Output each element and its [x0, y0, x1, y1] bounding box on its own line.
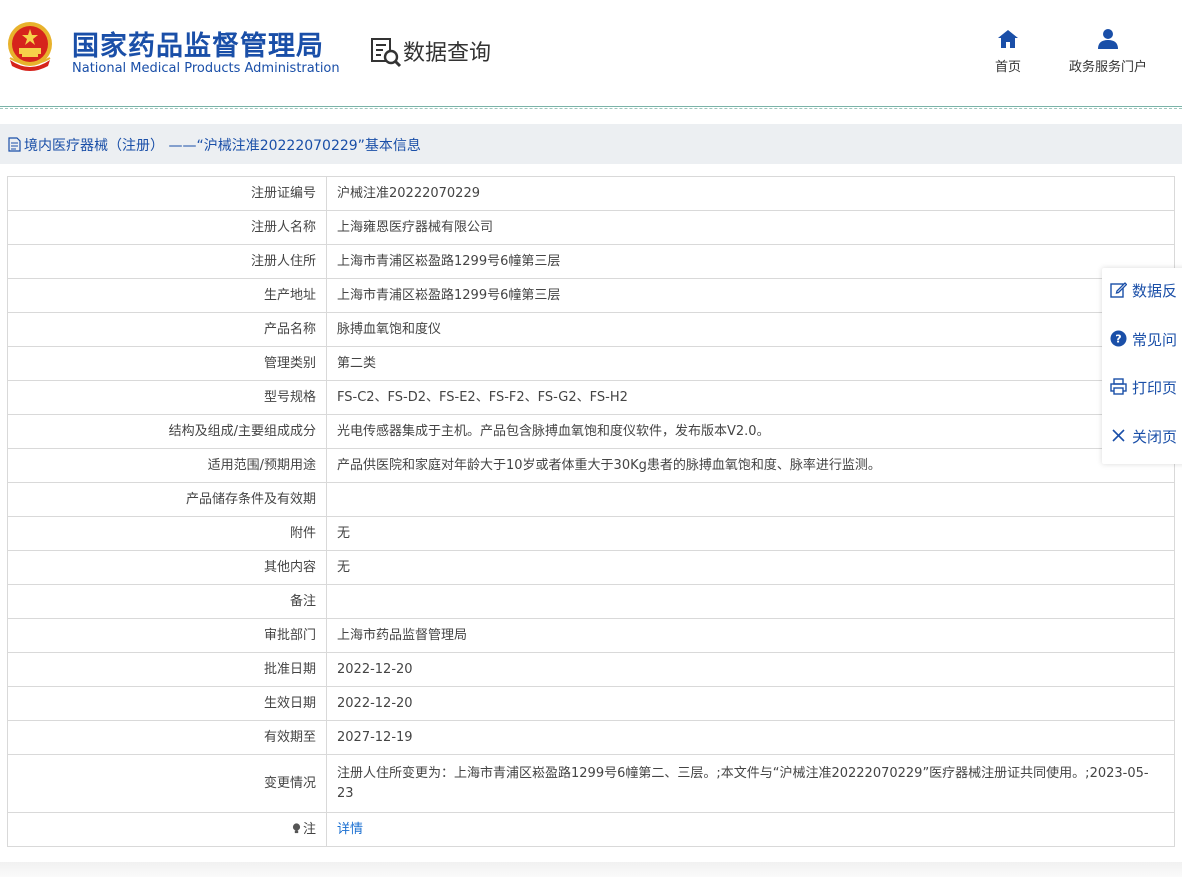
- row-label: 产品名称: [7, 312, 327, 347]
- detail-table: 注册证编号 沪械注准20222070229 注册人名称 上海雍恩医疗器械有限公司…: [7, 176, 1175, 847]
- row-value: 上海市青浦区崧盈路1299号6幢第三层: [326, 278, 1175, 313]
- row-label: 附件: [7, 516, 327, 551]
- table-row: 注册人住所 上海市青浦区崧盈路1299号6幢第三层: [7, 244, 1175, 279]
- table-row: 注册人名称 上海雍恩医疗器械有限公司: [7, 210, 1175, 245]
- row-label: 注册人名称: [7, 210, 327, 245]
- feedback-button[interactable]: 数据反: [1110, 280, 1177, 304]
- org-name-en: National Medical Products Administration: [72, 61, 340, 76]
- table-row: 产品储存条件及有效期: [7, 482, 1175, 517]
- row-value: 无: [326, 516, 1175, 551]
- table-row: 产品名称 脉搏血氧饱和度仪: [7, 312, 1175, 347]
- nav-portal-label: 政务服务门户: [1068, 60, 1147, 75]
- row-value: 2022-12-20: [326, 686, 1175, 721]
- table-row: 其他内容 无: [7, 550, 1175, 585]
- header-divider: [0, 106, 1182, 109]
- row-value: FS-C2、FS-D2、FS-E2、FS-F2、FS-G2、FS-H2: [326, 380, 1175, 415]
- row-value: 2027-12-19: [326, 720, 1175, 755]
- page-title: 境内医疗器械（注册） ——“沪械注准20222070229”基本信息: [24, 138, 421, 154]
- row-label: 审批部门: [7, 618, 327, 653]
- data-query-icon: [371, 38, 402, 68]
- org-name-cn: 国家药品监督管理局: [72, 31, 324, 62]
- question-circle-icon: ?: [1110, 330, 1127, 347]
- footer-shadow: [0, 862, 1182, 877]
- home-icon: [998, 30, 1018, 48]
- floating-toolbar: 数据反 ? 常见问 打印页 关闭页: [1102, 268, 1182, 464]
- row-label: 适用范围/预期用途: [7, 448, 327, 483]
- table-row: 注册证编号 沪械注准20222070229: [7, 176, 1175, 211]
- row-label: 注册证编号: [7, 176, 327, 211]
- svg-text:?: ?: [1115, 333, 1121, 346]
- nav-portal[interactable]: 政务服务门户: [1062, 28, 1154, 75]
- national-emblem-icon: [8, 22, 52, 71]
- table-row: 管理类别 第二类: [7, 346, 1175, 381]
- table-row: 批准日期 2022-12-20: [7, 652, 1175, 687]
- row-value: 脉搏血氧饱和度仪: [326, 312, 1175, 347]
- note-label-cell: 注: [7, 812, 327, 847]
- row-value: 上海雍恩医疗器械有限公司: [326, 210, 1175, 245]
- print-button[interactable]: 打印页: [1110, 377, 1177, 401]
- table-row: 有效期至 2027-12-19: [7, 720, 1175, 755]
- user-icon: [1098, 29, 1118, 49]
- nav-home-label: 首页: [994, 60, 1021, 75]
- edit-icon: [1110, 282, 1128, 298]
- row-value: 无: [326, 550, 1175, 585]
- row-value: 上海市青浦区崧盈路1299号6幢第三层: [326, 244, 1175, 279]
- row-value: 产品供医院和家庭对年龄大于10岁或者体重大于30Kg患者的脉搏血氧饱和度、脉率进…: [326, 448, 1175, 483]
- note-label: 注: [302, 821, 316, 837]
- table-row: 生效日期 2022-12-20: [7, 686, 1175, 721]
- table-row: 适用范围/预期用途 产品供医院和家庭对年龄大于10岁或者体重大于30Kg患者的脉…: [7, 448, 1175, 483]
- lightbulb-icon: [292, 822, 301, 833]
- faq-button[interactable]: ? 常见问: [1110, 329, 1177, 353]
- row-label: 批准日期: [7, 652, 327, 687]
- data-query-title: 数据查询: [403, 41, 492, 66]
- row-label: 产品储存条件及有效期: [7, 482, 327, 517]
- note-value-cell: 详情: [326, 812, 1175, 847]
- row-value: 注册人住所变更为：上海市青浦区崧盈路1299号6幢第二、三层。;本文件与“沪械注…: [326, 754, 1175, 813]
- row-label: 注册人住所: [7, 244, 327, 279]
- row-value: 沪械注准20222070229: [326, 176, 1175, 211]
- table-row: 变更情况 注册人住所变更为：上海市青浦区崧盈路1299号6幢第二、三层。;本文件…: [7, 754, 1175, 813]
- table-row: 附件 无: [7, 516, 1175, 551]
- row-value: 2022-12-20: [326, 652, 1175, 687]
- breadcrumb-bar: 境内医疗器械（注册） ——“沪械注准20222070229”基本信息: [0, 124, 1182, 164]
- row-label: 有效期至: [7, 720, 327, 755]
- close-icon: [1112, 429, 1125, 442]
- row-value: [326, 584, 1175, 619]
- table-row: 生产地址 上海市青浦区崧盈路1299号6幢第三层: [7, 278, 1175, 313]
- close-button[interactable]: 关闭页: [1110, 426, 1177, 450]
- close-label: 关闭页: [1132, 428, 1178, 446]
- row-value: 上海市药品监督管理局: [326, 618, 1175, 653]
- row-value: [326, 482, 1175, 517]
- site-header: 国家药品监督管理局 National Medical Products Admi…: [0, 0, 1182, 106]
- feedback-label: 数据反: [1132, 282, 1178, 300]
- nav-home[interactable]: 首页: [988, 28, 1028, 75]
- row-value: 光电传感器集成于主机。产品包含脉搏血氧饱和度仪软件，发布版本V2.0。: [326, 414, 1175, 449]
- print-label: 打印页: [1132, 379, 1178, 397]
- row-label: 备注: [7, 584, 327, 619]
- details-link[interactable]: 详情: [337, 822, 363, 837]
- note-row: 注 详情: [7, 812, 1175, 847]
- row-label: 结构及组成/主要组成成分: [7, 414, 327, 449]
- table-row: 型号规格 FS-C2、FS-D2、FS-E2、FS-F2、FS-G2、FS-H2: [7, 380, 1175, 415]
- table-row: 结构及组成/主要组成成分 光电传感器集成于主机。产品包含脉搏血氧饱和度仪软件，发…: [7, 414, 1175, 449]
- row-label: 其他内容: [7, 550, 327, 585]
- row-label: 生效日期: [7, 686, 327, 721]
- faq-label: 常见问: [1132, 331, 1178, 349]
- row-value: 第二类: [326, 346, 1175, 381]
- document-icon: [8, 137, 21, 152]
- row-label: 型号规格: [7, 380, 327, 415]
- table-row: 审批部门 上海市药品监督管理局: [7, 618, 1175, 653]
- table-row: 备注: [7, 584, 1175, 619]
- row-label: 管理类别: [7, 346, 327, 381]
- row-label: 变更情况: [7, 754, 327, 813]
- row-label: 生产地址: [7, 278, 327, 313]
- printer-icon: [1110, 378, 1127, 395]
